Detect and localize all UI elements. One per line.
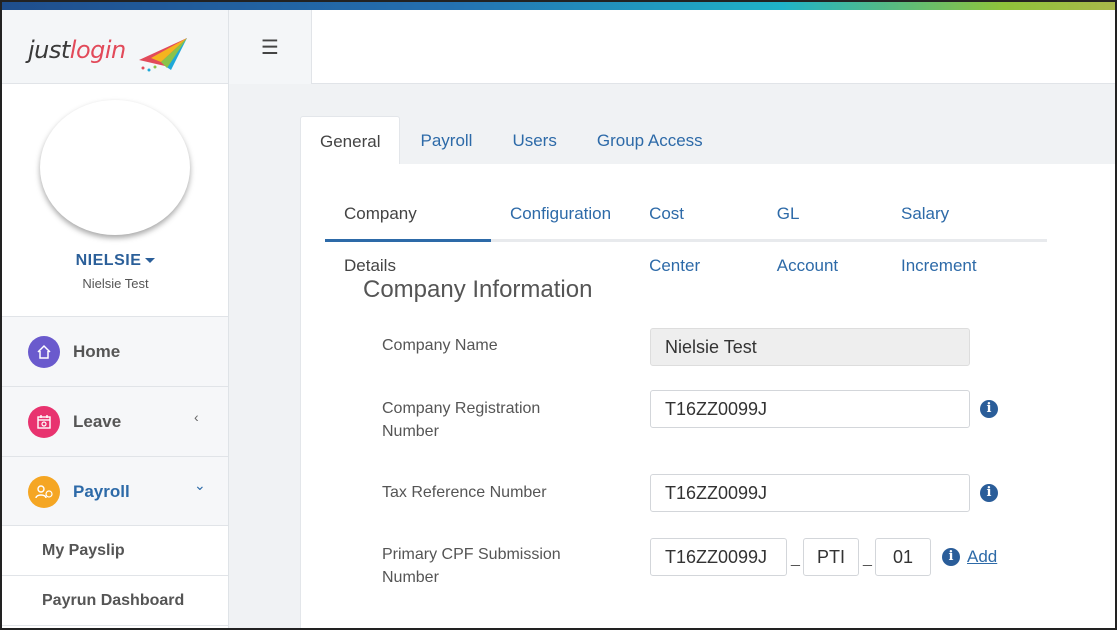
hamburger-icon: ☰ (261, 36, 279, 59)
sidebar-subitem-label: My Payslip (42, 542, 125, 559)
username-label: NIELSIE (75, 252, 142, 269)
tab-salary-increment[interactable]: Salary Increment (882, 188, 1047, 275)
main-tabs: General Payroll Users Group Access (300, 116, 723, 165)
logo-area: justlogin (2, 10, 228, 84)
reg-number-label-line1: Company Registration (382, 400, 541, 417)
paper-plane-icon (139, 38, 187, 72)
tab-group-access[interactable]: Group Access (577, 116, 723, 165)
logo-part1: just (28, 36, 70, 64)
sidebar-item-payroll[interactable]: Payroll ⌄ (2, 457, 228, 526)
tab-configuration[interactable]: Configuration (491, 188, 630, 242)
sub-tabs: Company Details Configuration Cost Cente… (325, 188, 1047, 275)
sidebar-item-leave[interactable]: Leave ‹ (2, 387, 228, 457)
cpf-seq-field[interactable] (875, 538, 931, 576)
info-icon[interactable]: i (942, 548, 960, 566)
logo[interactable]: justlogin (28, 36, 126, 64)
reg-number-label-line2: Number (382, 423, 439, 440)
chevron-down-icon: ⌄ (194, 477, 206, 493)
cpf-label: Primary CPF Submission Number (382, 543, 602, 589)
top-header: ☰ (229, 10, 1115, 84)
tab-users[interactable]: Users (492, 116, 576, 165)
sidebar-item-label: Leave (73, 412, 122, 431)
tab-company-details[interactable]: Company Details (325, 188, 491, 275)
profile-card: NIELSIE Nielsie Test (2, 84, 228, 317)
tax-ref-field[interactable] (650, 474, 970, 512)
menu-toggle-button[interactable]: ☰ (229, 10, 312, 84)
top-accent-bar (2, 2, 1115, 10)
chevron-left-icon: ‹ (194, 409, 199, 425)
tab-gl-account[interactable]: GL Account (758, 188, 882, 275)
app-frame: justlogin NIELSIE Nielsie Test Home Leav… (0, 0, 1117, 630)
cpf-separator: _ (863, 550, 872, 567)
tab-payroll[interactable]: Payroll (400, 116, 492, 165)
cpf-main-field[interactable] (650, 538, 787, 576)
calendar-icon (28, 406, 60, 438)
caret-down-icon (145, 258, 156, 264)
reg-number-field[interactable] (650, 390, 970, 428)
cpf-label-line2: Number (382, 569, 439, 586)
tab-cost-center[interactable]: Cost Center (630, 188, 758, 275)
tax-ref-label: Tax Reference Number (382, 484, 547, 501)
sidebar-subitem-payrun-dashboard[interactable]: Payrun Dashboard (2, 576, 228, 626)
avatar[interactable] (40, 100, 190, 235)
username-dropdown[interactable]: NIELSIE (2, 252, 229, 270)
home-icon (28, 336, 60, 368)
info-icon[interactable]: i (980, 484, 998, 502)
tab-general[interactable]: General (300, 116, 401, 165)
cpf-separator: _ (791, 550, 800, 567)
section-title: Company Information (363, 276, 593, 303)
add-cpf-link[interactable]: Add (967, 547, 997, 567)
sidebar: justlogin NIELSIE Nielsie Test Home Leav… (2, 10, 229, 628)
info-icon[interactable]: i (980, 400, 998, 418)
sidebar-item-label: Payroll (73, 482, 130, 501)
cpf-type-field[interactable] (803, 538, 859, 576)
sidebar-item-label: Home (73, 342, 121, 361)
sidebar-subitem-label: Payrun Dashboard (42, 592, 185, 609)
sidebar-item-home[interactable]: Home (2, 317, 228, 387)
company-name-field (650, 328, 970, 366)
cpf-label-line1: Primary CPF Submission (382, 546, 561, 563)
sidebar-subitem-my-payslip[interactable]: My Payslip (2, 526, 228, 576)
user-money-icon (28, 476, 60, 508)
company-name-label: Company Name (382, 337, 498, 354)
reg-number-label: Company Registration Number (382, 397, 602, 443)
company-subtitle: Nielsie Test (82, 276, 149, 291)
logo-part2: login (69, 36, 126, 64)
